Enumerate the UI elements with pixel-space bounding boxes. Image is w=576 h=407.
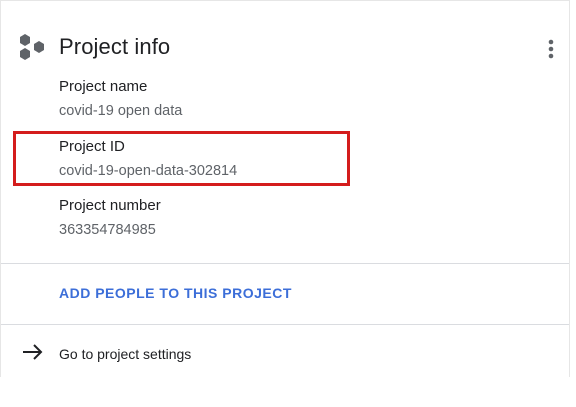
- field-label: Project ID: [59, 138, 125, 155]
- field-value: covid-19 open data: [59, 103, 183, 119]
- more-vert-icon[interactable]: [541, 37, 561, 61]
- project-info-card: Project info Project name covid-19 open …: [0, 0, 570, 377]
- field-value: covid-19-open-data-302814: [59, 163, 238, 179]
- field-label: Project number: [59, 197, 161, 214]
- field-label: Project name: [59, 78, 148, 95]
- project-hexagons-icon: [17, 32, 49, 62]
- card-header: Project info: [1, 1, 569, 81]
- field-value: 363354784985: [59, 222, 156, 238]
- divider: [1, 263, 569, 264]
- arrow-right-icon: [21, 342, 45, 362]
- divider: [1, 324, 569, 325]
- card-title: Project info: [59, 34, 171, 59]
- add-people-link[interactable]: ADD PEOPLE TO THIS PROJECT: [59, 285, 292, 301]
- go-to-settings-link[interactable]: Go to project settings: [1, 326, 569, 378]
- settings-label: Go to project settings: [59, 346, 192, 362]
